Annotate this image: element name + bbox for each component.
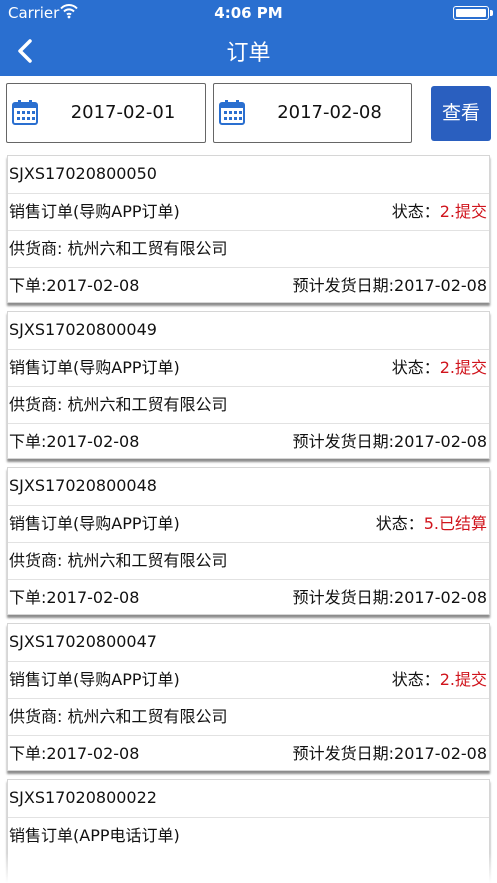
order-id-row: SJXS17020800047: [8, 624, 489, 661]
status-bar: Carrier 4:06 PM: [0, 0, 497, 26]
order-card[interactable]: SJXS17020800049 销售订单(导购APP订单) 状态：2.提交 供货…: [7, 311, 490, 459]
order-date-value: 2017-02-08: [46, 744, 140, 763]
status-value: 5.已结算: [423, 514, 487, 533]
start-date-value: 2017-02-01: [70, 102, 176, 123]
order-date-label: 下单:: [9, 588, 47, 607]
end-date-picker[interactable]: 2017-02-08: [213, 83, 412, 143]
order-date: 下单:2017-02-08: [9, 268, 139, 304]
order-type-row: 销售订单(导购APP订单) 状态：2.提交: [8, 193, 489, 230]
dates-row: 下单:2017-02-08 预计发货日期:2017-02-08: [8, 735, 489, 772]
order-type: 销售订单(导购APP订单): [9, 670, 180, 689]
supplier-row: 供货商: 杭州六和工贸有限公司: [8, 542, 489, 579]
ship-date-value: 2017-02-08: [394, 588, 487, 607]
order-list[interactable]: SJXS17020800050 销售订单(导购APP订单) 状态：2.提交 供货…: [0, 152, 497, 883]
ship-date: 预计发货日期:2017-02-08: [293, 736, 487, 772]
ship-date-value: 2017-02-08: [394, 744, 487, 763]
ship-date-label: 预计发货日期:: [292, 588, 395, 607]
supplier: 供货商: 杭州六和工贸有限公司: [9, 699, 228, 735]
order-date-value: 2017-02-08: [46, 432, 140, 451]
order-id-row: SJXS17020800049: [8, 312, 489, 349]
status-label: 状态：: [391, 202, 440, 221]
order-date: 下单:2017-02-08: [9, 580, 139, 616]
order-type: 销售订单(导购APP订单): [9, 514, 180, 533]
supplier-name: 杭州六和工贸有限公司: [67, 707, 228, 726]
supplier-row: 供货商: 杭州六和工贸有限公司: [8, 386, 489, 423]
ship-date: 预计发货日期:2017-02-08: [293, 424, 487, 460]
order-date: 下单:2017-02-08: [9, 736, 139, 772]
order-id-row: SJXS17020800050: [8, 156, 489, 193]
supplier-name: 杭州六和工贸有限公司: [67, 239, 228, 258]
ship-date-value: 2017-02-08: [394, 432, 487, 451]
ship-date-value: 2017-02-08: [394, 276, 487, 295]
order-id: SJXS17020800047: [9, 632, 157, 651]
order-date-value: 2017-02-08: [46, 276, 140, 295]
end-date-value: 2017-02-08: [277, 102, 382, 123]
supplier-name: 杭州六和工贸有限公司: [67, 551, 228, 570]
status-value: 2.提交: [439, 358, 487, 377]
page-title: 订单: [226, 41, 271, 66]
status-label: 状态：: [391, 358, 440, 377]
order-status: 状态：5.已结算: [376, 506, 487, 542]
order-date-label: 下单:: [9, 432, 47, 451]
order-id: SJXS17020800022: [9, 788, 157, 807]
order-type-row: 销售订单(导购APP订单) 状态：5.已结算: [8, 505, 489, 542]
search-button[interactable]: 查看: [431, 86, 491, 141]
supplier: 供货商: 杭州六和工贸有限公司: [9, 387, 228, 423]
status-value: 2.提交: [439, 670, 487, 689]
order-date-value: 2017-02-08: [46, 588, 140, 607]
supplier-row: 供货商: 杭州六和工贸有限公司: [8, 698, 489, 735]
order-date-label: 下单:: [9, 276, 47, 295]
supplier-row: 供货商: 杭州六和工贸有限公司: [8, 230, 489, 267]
ship-date-label: 预计发货日期:: [292, 432, 395, 451]
ship-date-label: 预计发货日期:: [292, 744, 395, 763]
order-card[interactable]: SJXS17020800048 销售订单(导购APP订单) 状态：5.已结算 供…: [7, 467, 490, 615]
order-id: SJXS17020800050: [9, 164, 157, 183]
order-type: 销售订单(导购APP订单): [9, 202, 180, 221]
status-label: 状态：: [375, 514, 424, 533]
order-type: 销售订单(导购APP订单): [9, 358, 180, 377]
status-label: 状态：: [391, 670, 440, 689]
supplier-label: 供货商:: [9, 551, 68, 570]
order-id: SJXS17020800049: [9, 320, 157, 339]
order-type: 销售订单(APP电话订单): [9, 826, 180, 845]
dates-row: 下单:2017-02-08 预计发货日期:2017-02-08: [8, 267, 489, 304]
date-filter: 2017-02-01 2017-02-08 查看: [0, 76, 497, 152]
dates-row: 下单:2017-02-08 预计发货日期:2017-02-08: [8, 423, 489, 460]
supplier-label: 供货商:: [9, 707, 68, 726]
dates-row: 下单:2017-02-08 预计发货日期:2017-02-08: [8, 579, 489, 616]
ship-date: 预计发货日期:2017-02-08: [293, 580, 487, 616]
supplier-label: 供货商:: [9, 239, 68, 258]
order-type-row: 销售订单(导购APP订单) 状态：2.提交: [8, 661, 489, 698]
supplier-name: 杭州六和工贸有限公司: [67, 395, 228, 414]
order-card[interactable]: SJXS17020800047 销售订单(导购APP订单) 状态：2.提交 供货…: [7, 623, 490, 771]
supplier-label: 供货商:: [9, 395, 68, 414]
order-type-row: 销售订单(导购APP订单) 状态：2.提交: [8, 349, 489, 386]
ship-date: 预计发货日期:2017-02-08: [293, 268, 487, 304]
order-status: 状态：2.提交: [392, 662, 487, 698]
order-id: SJXS17020800048: [9, 476, 157, 495]
order-status: 状态：2.提交: [392, 194, 487, 230]
order-status: 状态：2.提交: [392, 350, 487, 386]
ship-date-label: 预计发货日期:: [292, 276, 395, 295]
order-id-row: SJXS17020800022: [8, 780, 489, 817]
navigation-bar: 订单: [0, 26, 497, 76]
status-time: 4:06 PM: [214, 4, 283, 22]
start-date-picker[interactable]: 2017-02-01: [6, 83, 206, 143]
supplier: 供货商: 杭州六和工贸有限公司: [9, 231, 228, 267]
order-id-row: SJXS17020800048: [8, 468, 489, 505]
order-type-row: 销售订单(APP电话订单): [8, 817, 489, 854]
battery-icon: [453, 6, 493, 20]
order-card[interactable]: SJXS17020800050 销售订单(导购APP订单) 状态：2.提交 供货…: [7, 155, 490, 303]
order-date-label: 下单:: [9, 744, 47, 763]
calendar-icon: [12, 100, 38, 125]
calendar-icon: [219, 100, 245, 125]
supplier: 供货商: 杭州六和工贸有限公司: [9, 543, 228, 579]
list-bottom-fade: [0, 853, 497, 883]
order-date: 下单:2017-02-08: [9, 424, 139, 460]
status-value: 2.提交: [439, 202, 487, 221]
